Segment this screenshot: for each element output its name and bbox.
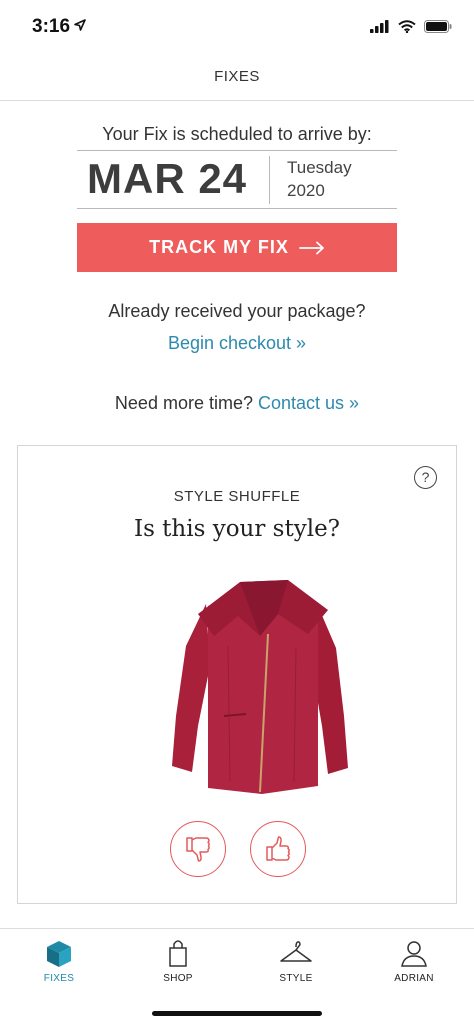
thumbs-up-button[interactable] — [250, 821, 306, 877]
battery-icon — [424, 20, 452, 33]
page-title: FIXES — [214, 68, 260, 85]
tab-adrian[interactable]: ADRIAN — [374, 937, 454, 984]
tab-label: ADRIAN — [394, 973, 434, 984]
schedule-caption: Your Fix is scheduled to arrive by: — [102, 124, 372, 144]
track-my-fix-button[interactable]: TRACK MY FIX — [77, 223, 397, 272]
tab-style[interactable]: STYLE — [256, 937, 336, 984]
style-shuffle-heading: Is this your style? — [133, 516, 341, 542]
tab-label: STYLE — [279, 973, 313, 984]
nav-header: FIXES — [0, 58, 474, 101]
thumbs-up-icon — [266, 836, 290, 861]
begin-checkout-link[interactable]: Begin checkout » — [0, 333, 474, 354]
tab-fixes[interactable]: FIXES — [19, 937, 99, 984]
style-shuffle-card: ? STYLE SHUFFLE Is this your style? — [17, 445, 457, 904]
tab-label: FIXES — [43, 973, 75, 984]
style-shuffle-kicker: STYLE SHUFFLE — [173, 488, 301, 505]
track-my-fix-label: TRACK MY FIX — [149, 237, 289, 257]
location-arrow-icon — [74, 19, 86, 31]
jacket-image — [172, 580, 348, 794]
bottom-tab-bar: FIXES SHOP STYLE ADRIAN — [0, 928, 474, 1024]
more-time-row: Need more time? Contact us » — [0, 393, 474, 414]
thumbs-down-icon — [186, 837, 210, 862]
thumbs-down-button[interactable] — [170, 821, 226, 877]
tab-shop[interactable]: SHOP — [138, 937, 218, 984]
help-icon[interactable]: ? — [414, 466, 437, 489]
arrival-year: 2020 — [287, 181, 325, 200]
status-time: 3:16 — [32, 16, 71, 37]
package-received-question: Already received your package? — [108, 301, 366, 321]
more-time-question: Need more time? — [114, 393, 253, 413]
contact-us-link[interactable]: Contact us » — [258, 393, 359, 413]
date-divider — [269, 156, 270, 204]
home-indicator[interactable] — [152, 1011, 322, 1016]
box-icon — [47, 941, 71, 967]
arrival-date: MAR 24 — [87, 155, 248, 202]
arrow-right-icon — [298, 241, 324, 254]
tab-label: SHOP — [163, 973, 193, 984]
cellular-signal-icon — [370, 20, 389, 33]
arrival-date-box: MAR 24 Tuesday 2020 — [77, 150, 397, 209]
wifi-icon — [398, 20, 416, 33]
arrival-weekday: Tuesday — [287, 158, 352, 177]
status-bar: 3:16 — [0, 0, 474, 58]
user-icon — [401, 941, 427, 967]
hanger-icon — [280, 941, 312, 962]
shopping-bag-icon — [169, 940, 187, 967]
